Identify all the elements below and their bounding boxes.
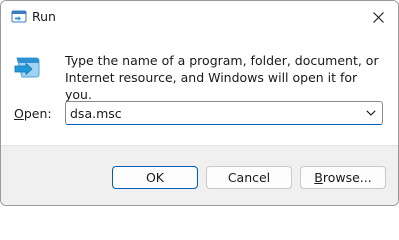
browse-access-key: B — [314, 170, 323, 185]
open-input[interactable] — [70, 104, 360, 122]
chevron-down-icon — [366, 110, 376, 116]
open-label: Open: — [14, 105, 52, 122]
cancel-button[interactable]: Cancel — [206, 166, 292, 189]
dialog-description: Type the name of a program, folder, docu… — [65, 53, 379, 102]
window-title: Run — [32, 9, 56, 24]
dialog-footer: OK Cancel Browse... — [1, 145, 398, 205]
browse-button[interactable]: Browse... — [300, 166, 386, 189]
open-label-text: pen: — [23, 106, 52, 121]
close-icon — [372, 11, 384, 23]
open-combobox[interactable] — [65, 101, 383, 125]
ok-button[interactable]: OK — [112, 166, 198, 189]
run-dialog: Run Type the name of a program, folder, … — [0, 0, 399, 206]
browse-label: rowse... — [322, 170, 372, 185]
combobox-dropdown-button[interactable] — [363, 105, 379, 121]
open-label-access-key: O — [14, 106, 24, 121]
close-button[interactable] — [358, 1, 398, 33]
run-app-icon — [11, 10, 27, 23]
title-bar[interactable]: Run — [1, 1, 398, 33]
run-program-icon — [14, 57, 40, 78]
